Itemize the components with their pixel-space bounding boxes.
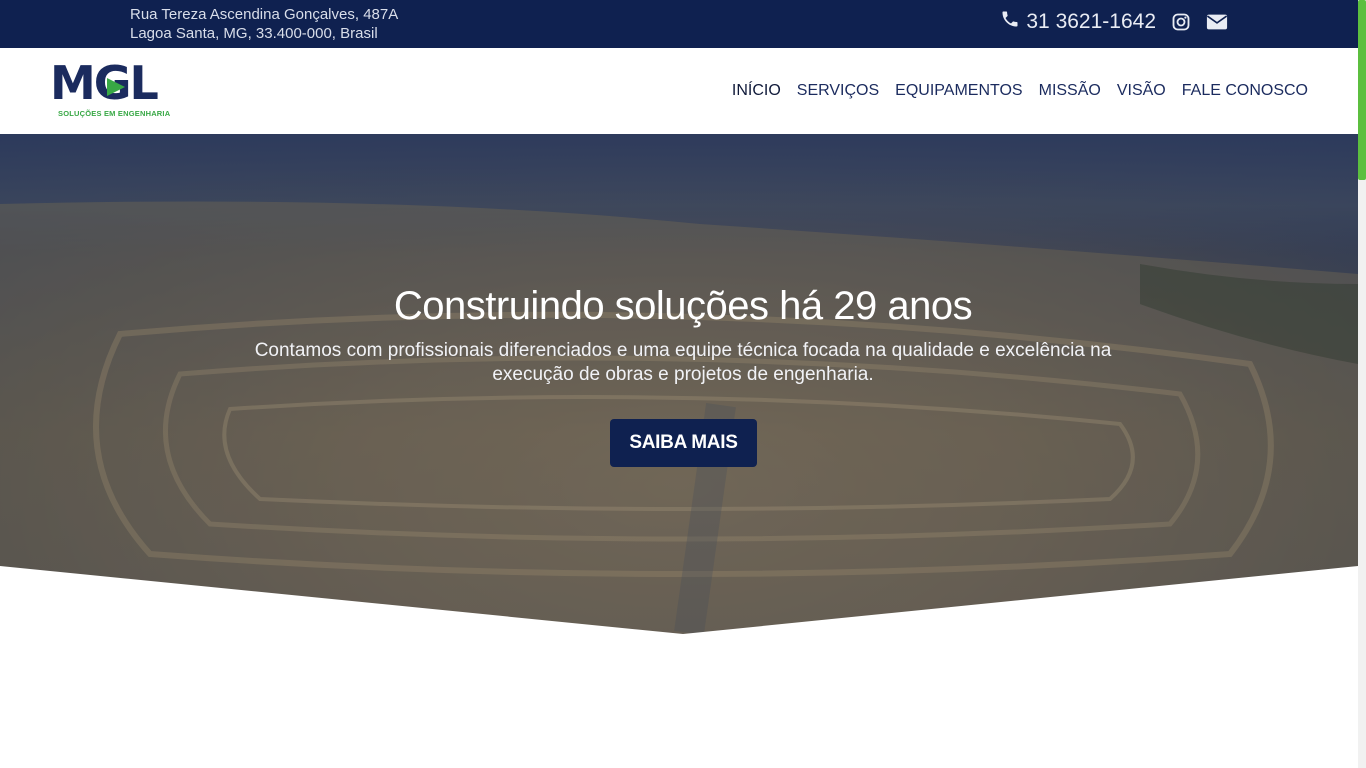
phone-link[interactable]: 31 3621-1642 xyxy=(1000,9,1156,35)
logo[interactable]: MGL SOLUÇÕES EM ENGENHARIA xyxy=(50,60,182,122)
scrollbar-thumb[interactable] xyxy=(1358,0,1366,180)
site-header: MGL SOLUÇÕES EM ENGENHARIA INÍCIO SERVIÇ… xyxy=(0,48,1358,134)
logo-text: MGL xyxy=(50,56,159,110)
address-line-1: Rua Tereza Ascendina Gonçalves, 487A xyxy=(130,6,399,23)
main-nav: INÍCIO SERVIÇOS EQUIPAMENTOS MISSÃO VISÃ… xyxy=(732,48,1308,134)
logo-play-icon xyxy=(107,78,125,96)
nav-item-visao[interactable]: VISÃO xyxy=(1117,82,1166,100)
nav-item-inicio[interactable]: INÍCIO xyxy=(732,82,781,100)
nav-item-servicos[interactable]: SERVIÇOS xyxy=(797,82,879,100)
saiba-mais-button[interactable]: SAIBA MAIS xyxy=(610,419,757,467)
instagram-icon[interactable] xyxy=(1170,11,1192,33)
nav-item-equipamentos[interactable]: EQUIPAMENTOS xyxy=(895,82,1022,100)
envelope-icon[interactable] xyxy=(1206,11,1228,33)
hero-subtitle: Contamos com profissionais diferenciados… xyxy=(254,340,1112,385)
contact-links: 31 3621-1642 xyxy=(1000,9,1228,35)
page-scrollbar[interactable] xyxy=(1358,0,1366,768)
nav-item-missao[interactable]: MISSÃO xyxy=(1039,82,1101,100)
top-info-bar: Rua Tereza Ascendina Gonçalves, 487A Lag… xyxy=(0,0,1358,48)
phone-number: 31 3621-1642 xyxy=(1026,10,1156,33)
hero-title: Construindo soluções há 29 anos xyxy=(393,284,973,328)
hero-section: Construindo soluções há 29 anos Contamos… xyxy=(0,134,1358,634)
phone-icon xyxy=(1000,9,1020,35)
address-line-2: Lagoa Santa, MG, 33.400-000, Brasil xyxy=(130,25,378,42)
address: Rua Tereza Ascendina Gonçalves, 487A Lag… xyxy=(130,5,398,43)
hero-bottom-divider xyxy=(0,566,1358,636)
nav-item-fale-conosco[interactable]: FALE CONOSCO xyxy=(1182,82,1308,100)
logo-tagline: SOLUÇÕES EM ENGENHARIA xyxy=(58,109,171,118)
